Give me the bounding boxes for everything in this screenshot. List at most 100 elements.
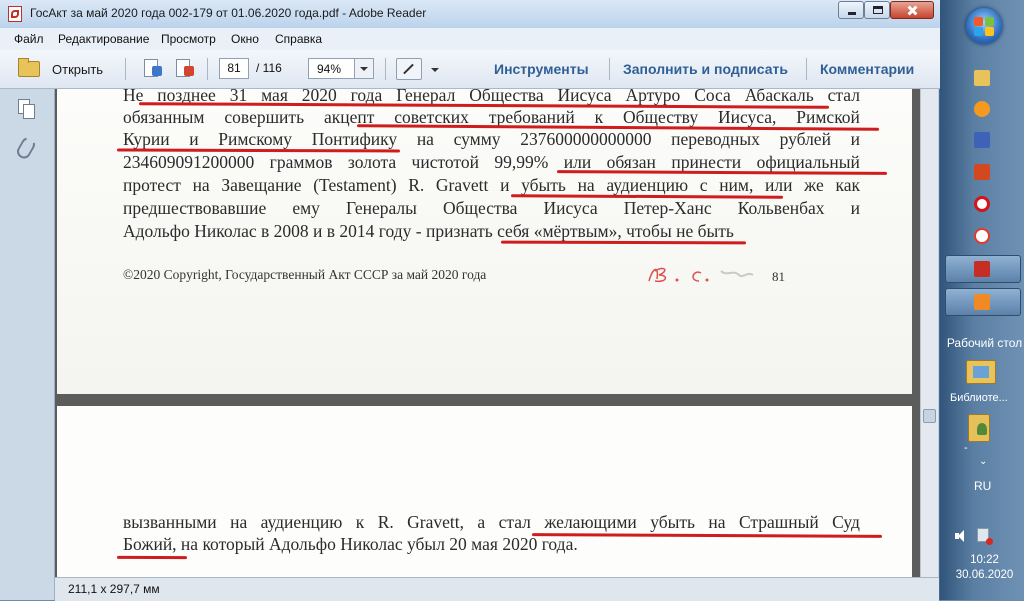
pdf-page-82: вызванными на аудиенцию к R. Gravett, а … (57, 406, 912, 577)
word: 237600000000000 (520, 129, 652, 149)
word: вызванными (123, 512, 217, 532)
toolbar-separator (385, 58, 386, 80)
language-indicator[interactable]: RU (974, 479, 991, 493)
maximize-button[interactable] (864, 1, 890, 19)
taskbar-save-app[interactable] (945, 126, 1021, 154)
menu-window[interactable]: Окно (231, 32, 259, 46)
network-warning-icon[interactable] (977, 528, 993, 545)
word: Соса (694, 89, 731, 105)
word: сумму (453, 129, 501, 149)
adobe-reader-icon (974, 261, 990, 277)
document-view[interactable]: Не позднее 31 мая 2020 года Генерал Обще… (55, 89, 920, 577)
word: 99,99% (494, 152, 549, 172)
word: стал (498, 512, 531, 532)
word: (Testament) (313, 175, 397, 195)
export-pdf-button[interactable] (172, 58, 196, 80)
word: переводных (671, 129, 760, 149)
word: Gravett, (407, 512, 465, 532)
reader-window: ГосАкт за май 2020 года 002-179 от 01.06… (0, 0, 940, 601)
word: чистотой (411, 152, 479, 172)
media-player-icon (974, 101, 990, 117)
tools-button[interactable]: Инструменты (494, 61, 589, 77)
menu-help[interactable]: Справка (275, 32, 322, 46)
text-line: Божий, на который Адольфо Николас убыл 2… (123, 534, 578, 554)
chevron-down-icon[interactable] (428, 58, 442, 80)
chevron-down-icon[interactable] (354, 59, 373, 78)
start-button[interactable] (966, 8, 1002, 44)
word: протест (123, 175, 181, 195)
comments-button[interactable]: Комментарии (820, 61, 914, 77)
open-button[interactable]: Открыть (14, 57, 114, 81)
word: Завещание (221, 175, 302, 195)
fill-sign-button[interactable]: Заполнить и подписать (623, 61, 788, 77)
word: с (699, 175, 708, 195)
powerpoint-icon (974, 164, 990, 180)
word: 234609091200000 (123, 152, 255, 172)
taskbar-unknown-app[interactable] (945, 288, 1021, 316)
pdf-page-81: Не позднее 31 мая 2020 года Генерал Обще… (57, 89, 912, 394)
taskbar-explorer[interactable] (945, 64, 1021, 92)
word: и (189, 129, 199, 149)
word: желающими (544, 512, 637, 532)
word: Римскому (218, 129, 293, 149)
close-button[interactable] (890, 1, 934, 19)
word: на (416, 129, 434, 149)
word: граммов (269, 152, 333, 172)
page-thumbnails-icon[interactable] (18, 99, 36, 121)
user-folder-label: - (964, 442, 968, 454)
fit-page-button[interactable] (396, 58, 422, 80)
word: ним, (719, 175, 754, 195)
word: на (577, 175, 595, 195)
minimize-button[interactable] (838, 1, 864, 19)
taskbar-yandex[interactable] (945, 222, 1021, 250)
menu-view[interactable]: Просмотр (161, 32, 216, 46)
scrollbar-thumb[interactable] (923, 409, 936, 423)
floppy-disk-icon (974, 132, 990, 148)
word: к (355, 512, 365, 532)
menu-edit[interactable]: Редактирование (58, 32, 149, 46)
menu-bar: Файл Редактирование Просмотр Окно Справк… (0, 28, 940, 51)
chevron-down-icon[interactable]: ⌄ (979, 456, 987, 467)
user-folder-icon[interactable] (968, 414, 990, 442)
taskbar-opera[interactable] (945, 190, 1021, 218)
taskbar-powerpoint[interactable] (945, 158, 1021, 186)
menu-file[interactable]: Файл (14, 32, 44, 46)
word: Генералы (346, 198, 417, 218)
attachments-icon[interactable] (14, 134, 38, 162)
word: же (804, 175, 824, 195)
desktop-toolbar-label[interactable]: Рабочий стол (945, 336, 1024, 350)
horizontal-scrollbar[interactable] (225, 582, 915, 596)
taskbar-media-player[interactable] (945, 95, 1021, 123)
word: или (765, 175, 793, 195)
adobe-reader-icon (8, 6, 22, 22)
word: Gravett (435, 175, 489, 195)
word: на (708, 512, 726, 532)
toolbar-separator (609, 58, 610, 80)
volume-icon[interactable] (955, 530, 967, 542)
vertical-scrollbar[interactable] (920, 89, 938, 577)
title-bar[interactable]: ГосАкт за май 2020 года 002-179 от 01.06… (0, 0, 940, 28)
taskbar-adobe-reader[interactable] (945, 255, 1021, 283)
text-line: 234609091200000 граммов золота чистотой … (123, 152, 860, 173)
word: а (477, 512, 486, 532)
word: обязанным (123, 107, 205, 127)
zoom-select[interactable]: 94% (308, 58, 374, 79)
system-clock[interactable]: 10:22 30.06.2020 (945, 553, 1024, 583)
word: как (835, 175, 860, 195)
app-icon (974, 294, 990, 310)
word: Римской (796, 107, 860, 127)
folder-open-icon (18, 58, 40, 77)
word: Иисуса (543, 198, 598, 218)
library-label[interactable]: Библиоте... (950, 392, 1008, 404)
convert-pdf-button[interactable] (140, 58, 164, 80)
status-bar: 211,1 x 297,7 мм (55, 577, 939, 601)
clock-time: 10:22 (970, 554, 999, 566)
library-icon[interactable] (966, 360, 996, 384)
red-underline (500, 240, 747, 245)
word: Курии (123, 129, 170, 149)
word: предшествовавшие (123, 198, 267, 218)
word: аудиенцию (606, 175, 689, 195)
page-number-input[interactable]: 81 (219, 58, 249, 79)
toolbar-separator (806, 58, 807, 80)
copyright-footer: ©2020 Copyright, Государственный Акт ССС… (123, 267, 487, 282)
